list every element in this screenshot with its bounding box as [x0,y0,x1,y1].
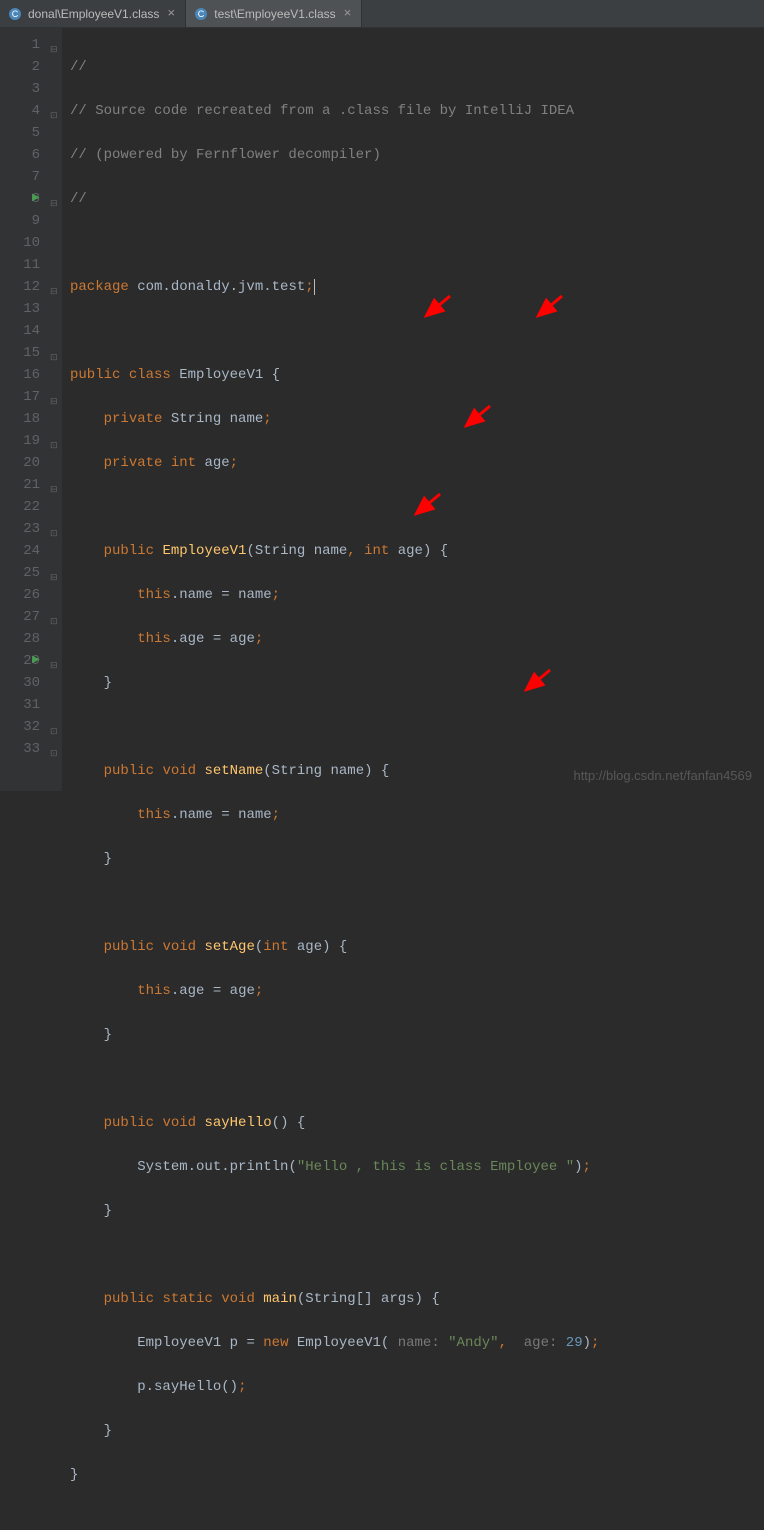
param: age [297,939,322,955]
text-cursor [314,279,315,295]
package-name: com.donaldy.jvm.test [137,279,305,295]
field: name [230,411,264,427]
class-name: EmployeeV1 [179,367,263,383]
var: name [238,807,272,823]
code-area[interactable]: // // Source code recreated from a .clas… [62,28,599,791]
fold-toggle[interactable] [48,474,62,496]
fold-toggle[interactable] [48,276,62,298]
line-number-gutter: 1234567 8▶ 91011121314151617181920212223… [0,28,48,791]
class-file-icon: C [8,7,22,21]
fold-toggle[interactable] [48,518,62,540]
close-icon[interactable]: × [165,6,177,21]
constructor: EmployeeV1 [162,543,246,559]
keyword: this [137,587,171,603]
call: System.out.println [137,1159,288,1175]
field: age [204,455,229,471]
param: name [331,763,365,779]
comment-text: // Source code recreated from a .class f… [70,103,574,119]
fold-toggle[interactable] [48,100,62,122]
svg-text:C: C [12,9,19,19]
keyword: private [104,411,163,427]
var: age [230,983,255,999]
call: sayHello [154,1379,221,1395]
keyword: private [104,455,163,471]
close-icon[interactable]: × [342,6,354,21]
inlay-hint: age: [524,1335,558,1351]
type: String [255,543,305,559]
string: "Andy" [448,1335,498,1351]
run-gutter-icon[interactable]: ▶ [32,188,40,210]
tab-label: test\EmployeeV1.class [214,7,335,21]
keyword: public [104,1115,154,1131]
field: name [179,807,213,823]
fold-gutter [48,28,62,791]
keyword: class [129,367,171,383]
method: main [263,1291,297,1307]
fold-toggle[interactable] [48,430,62,452]
type: String[] [305,1291,372,1307]
string: "Hello , this is class Employee " [297,1159,574,1175]
type: String [272,763,322,779]
field: age [179,983,204,999]
method: setAge [204,939,254,955]
number: 29 [566,1335,583,1351]
keyword: int [263,939,288,955]
keyword: this [137,631,171,647]
comment-text: // [70,59,87,75]
param: name [314,543,348,559]
keyword: new [263,1335,288,1351]
var: age [230,631,255,647]
inlay-hint: name: [398,1335,440,1351]
keyword: public [70,367,120,383]
field: name [179,587,213,603]
keyword: void [162,763,196,779]
fold-toggle[interactable] [48,188,62,210]
fold-toggle[interactable] [48,716,62,738]
code-editor[interactable]: 1234567 8▶ 91011121314151617181920212223… [0,28,764,791]
tab-donal-employeev1[interactable]: C donal\EmployeeV1.class × [0,0,186,27]
keyword: this [137,983,171,999]
keyword: public [104,763,154,779]
keyword: package [70,279,129,295]
fold-toggle[interactable] [48,650,62,672]
tab-label: donal\EmployeeV1.class [28,7,159,21]
comment-text: // (powered by Fernflower decompiler) [70,147,381,163]
fold-toggle[interactable] [48,386,62,408]
param: args [381,1291,415,1307]
constructor-call: EmployeeV1 [297,1335,381,1351]
method: setName [204,763,263,779]
run-gutter-icon[interactable]: ▶ [32,650,40,672]
class-file-icon: C [194,7,208,21]
param: age [398,543,423,559]
keyword: this [137,807,171,823]
keyword: public [104,1291,154,1307]
fold-toggle[interactable] [48,606,62,628]
keyword: public [104,543,154,559]
type: EmployeeV1 [137,1335,221,1351]
keyword: public [104,939,154,955]
keyword: void [162,939,196,955]
fold-toggle[interactable] [48,562,62,584]
field: age [179,631,204,647]
keyword: static [162,1291,212,1307]
keyword: int [171,455,196,471]
fold-toggle[interactable] [48,738,62,760]
comment-text: // [70,191,87,207]
keyword: int [364,543,389,559]
watermark-text: http://blog.csdn.net/fanfan4569 [573,768,752,783]
var: name [238,587,272,603]
type: String [171,411,221,427]
keyword: void [221,1291,255,1307]
keyword: void [162,1115,196,1131]
var: p [137,1379,145,1395]
tab-bar: C donal\EmployeeV1.class × C test\Employ… [0,0,764,28]
svg-text:C: C [198,9,205,19]
fold-toggle[interactable] [48,34,62,56]
tab-test-employeev1[interactable]: C test\EmployeeV1.class × [186,0,362,27]
method: sayHello [204,1115,271,1131]
fold-toggle[interactable] [48,342,62,364]
var: p [230,1335,238,1351]
